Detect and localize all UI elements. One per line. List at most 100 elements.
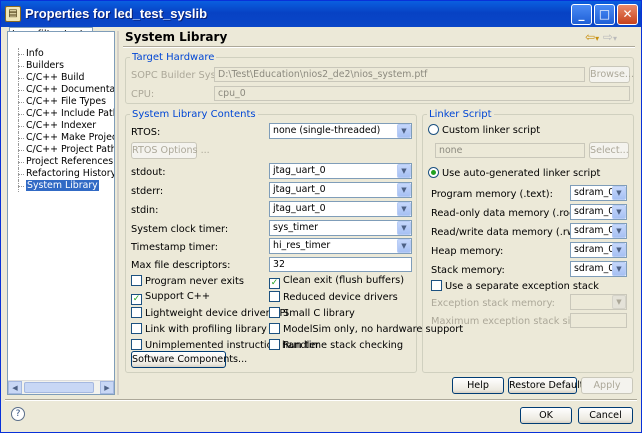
back-arrow-icon[interactable]: ⇦ — [585, 30, 595, 44]
tree-item[interactable]: System Library — [10, 180, 114, 192]
custom-linker-field[interactable]: none — [435, 143, 585, 158]
program-memory-value: sdram_0 — [574, 187, 615, 198]
cpu-field[interactable]: cpu_0 — [214, 86, 630, 101]
rtos-select[interactable]: none (single-threaded) ▼ — [269, 123, 412, 139]
tree-item[interactable]: C/C++ Project Paths — [10, 144, 114, 156]
rtos-value: none (single-threaded) — [273, 125, 381, 136]
close-button[interactable]: ✕ — [617, 4, 638, 25]
tree-item[interactable]: Builders — [10, 60, 114, 72]
splitter[interactable] — [117, 31, 119, 395]
chevron-down-icon[interactable]: ▼ — [612, 262, 626, 276]
clock-timer-select[interactable]: sys_timer ▼ — [269, 220, 412, 236]
cancel-button[interactable]: Cancel — [578, 407, 633, 424]
chevron-down-icon[interactable]: ▼ — [612, 205, 626, 219]
exception-memory-select[interactable]: ▼ — [570, 294, 627, 310]
clock-timer-value: sys_timer — [273, 222, 319, 233]
stdout-value: jtag_uart_0 — [273, 165, 326, 176]
chevron-down-icon[interactable]: ▼ — [612, 186, 626, 200]
stack-memory-select[interactable]: sdram_0 ▼ — [570, 261, 627, 277]
heap-memory-label: Heap memory: — [431, 246, 504, 257]
rtos-options-button[interactable]: RTOS Options ... — [131, 142, 210, 159]
stderr-label: stderr: — [131, 186, 164, 197]
check-icon — [131, 307, 142, 318]
chevron-down-icon[interactable]: ▼ — [397, 202, 411, 216]
profiling-library-checkbox[interactable]: Link with profiling library — [131, 323, 267, 335]
tree-item[interactable]: Info — [10, 48, 114, 60]
program-memory-select[interactable]: sdram_0 ▼ — [570, 185, 627, 201]
check-icon — [131, 323, 142, 334]
title-bar[interactable]: ▤ Properties for led_test_syslib _ □ ✕ — [1, 1, 641, 27]
rwdata-memory-value: sdram_0 — [574, 225, 615, 236]
lightweight-api-checkbox[interactable]: Lightweight device driver API — [131, 307, 288, 319]
stdout-select[interactable]: jtag_uart_0 ▼ — [269, 163, 412, 179]
chevron-down-icon[interactable]: ▼ — [612, 295, 626, 309]
small-c-library-checkbox[interactable]: Small C library — [269, 307, 355, 319]
auto-linker-radio[interactable]: Use auto-generated linker script — [428, 167, 600, 179]
help-icon[interactable]: ? — [11, 407, 25, 421]
checkbox-label: Run time stack checking — [283, 340, 404, 351]
minimize-button[interactable]: _ — [571, 4, 592, 25]
forward-arrow-icon[interactable]: ⇨ — [603, 30, 613, 44]
tree-item[interactable]: C/C++ Documentation — [10, 84, 114, 96]
stderr-value: jtag_uart_0 — [273, 184, 326, 195]
program-never-exits-checkbox[interactable]: Program never exits — [131, 275, 244, 287]
tree-item[interactable]: C/C++ Include Paths and — [10, 108, 114, 120]
apply-button[interactable]: Apply — [581, 377, 633, 394]
restore-defaults-button[interactable]: Restore Defaults — [508, 377, 589, 394]
tree-item-label: C/C++ Include Paths and — [26, 108, 114, 119]
tree-item[interactable]: C/C++ Build — [10, 72, 114, 84]
chevron-down-icon[interactable]: ▼ — [612, 224, 626, 238]
tree-item[interactable]: Project References — [10, 156, 114, 168]
scroll-thumb[interactable] — [24, 382, 94, 393]
browse-button[interactable]: Browse... — [589, 66, 634, 83]
tree-item[interactable]: C/C++ Make Project — [10, 132, 114, 144]
scroll-left-icon[interactable]: ◀ — [8, 381, 22, 394]
exception-max-size-field[interactable] — [570, 313, 627, 328]
tree-item-label: C/C++ Project Paths — [26, 144, 114, 155]
property-tree[interactable]: InfoBuildersC/C++ BuildC/C++ Documentati… — [7, 31, 115, 395]
check-icon — [269, 339, 280, 350]
chevron-down-icon[interactable]: ▼ — [397, 164, 411, 178]
stdout-label: stdout: — [131, 167, 166, 178]
tree-item[interactable]: C/C++ Indexer — [10, 120, 114, 132]
chevron-down-icon[interactable]: ▼ — [397, 183, 411, 197]
separate-exception-stack-checkbox[interactable]: Use a separate exception stack — [431, 280, 599, 292]
checkbox-label: Reduced device drivers — [283, 292, 398, 303]
chevron-down-icon[interactable]: ▼ — [612, 243, 626, 257]
window-icon: ▤ — [5, 6, 21, 22]
custom-linker-radio[interactable]: Custom linker script — [428, 124, 540, 136]
stack-memory-value: sdram_0 — [574, 263, 615, 274]
rwdata-memory-select[interactable]: sdram_0 ▼ — [570, 223, 627, 239]
tree-item[interactable]: Refactoring History — [10, 168, 114, 180]
heap-memory-select[interactable]: sdram_0 ▼ — [570, 242, 627, 258]
max-fd-field[interactable]: 32 — [269, 257, 412, 272]
reduced-drivers-checkbox[interactable]: Reduced device drivers — [269, 291, 398, 303]
tree-item-label: C/C++ Documentation — [26, 84, 114, 95]
title-separator — [123, 46, 635, 48]
stack-checking-checkbox[interactable]: Run time stack checking — [269, 339, 403, 351]
select-button[interactable]: Select... — [589, 142, 629, 159]
support-cpp-checkbox[interactable]: ✓ Support C++ — [131, 291, 210, 305]
clean-exit-checkbox[interactable]: ✓ Clean exit (flush buffers) — [269, 275, 404, 289]
maximize-button[interactable]: □ — [594, 4, 615, 25]
stdin-label: stdin: — [131, 205, 159, 216]
ok-button[interactable]: OK — [520, 407, 572, 424]
back-dropdown-icon[interactable]: ▾ — [595, 34, 599, 43]
stack-memory-label: Stack memory: — [431, 265, 505, 276]
check-icon — [269, 323, 280, 334]
tree-hscrollbar[interactable]: ◀ ▶ — [8, 380, 114, 394]
scroll-right-icon[interactable]: ▶ — [100, 381, 114, 394]
help-button[interactable]: Help — [452, 377, 504, 394]
timestamp-select[interactable]: hi_res_timer ▼ — [269, 238, 412, 254]
tree-item[interactable]: C/C++ File Types — [10, 96, 114, 108]
stderr-select[interactable]: jtag_uart_0 ▼ — [269, 182, 412, 198]
forward-dropdown-icon[interactable]: ▾ — [613, 34, 617, 43]
rodata-memory-select[interactable]: sdram_0 ▼ — [570, 204, 627, 220]
sopc-field[interactable]: D:\Test\Education\nios2_de2\nios_system.… — [214, 67, 585, 82]
chevron-down-icon[interactable]: ▼ — [397, 221, 411, 235]
software-components-button[interactable]: Software Components... — [131, 351, 247, 368]
checkbox-label: Support C++ — [145, 291, 211, 302]
chevron-down-icon[interactable]: ▼ — [397, 124, 411, 138]
stdin-select[interactable]: jtag_uart_0 ▼ — [269, 201, 412, 217]
chevron-down-icon[interactable]: ▼ — [397, 239, 411, 253]
